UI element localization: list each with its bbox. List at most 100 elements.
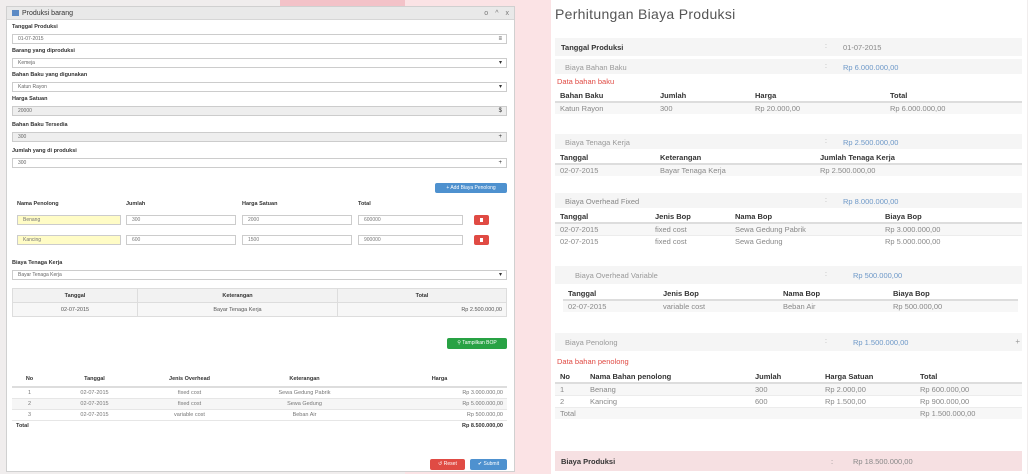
bof-cell: Rp 5.000.000,00: [880, 234, 1022, 247]
bop-cell: Sewa Gedung: [237, 397, 372, 409]
tampilkan-bop-button[interactable]: ⚲ Tampilkan BOP: [447, 338, 507, 349]
submit-button[interactable]: ✔ Submit: [470, 459, 507, 470]
tenaga-kerja-row: Biaya Tenaga Kerja : Rp 2.500.000,00: [555, 134, 1022, 149]
penolong-header-nama: Nama Penolong: [17, 201, 59, 207]
bof-cell: 02-07-2015: [555, 222, 650, 235]
tk-header-total: Total: [337, 288, 507, 303]
bop-cell: Rp 500.000,00: [372, 408, 507, 420]
reset-button[interactable]: ↺ Reset: [430, 459, 465, 470]
penolong-total-input[interactable]: 900000: [358, 235, 463, 245]
bahan-tersedia-label: Bahan Baku Tersedia: [12, 122, 68, 128]
dollar-icon: $: [498, 108, 502, 114]
tenaga-kerja-select[interactable]: Bayar Tenaga Kerja ▾: [12, 270, 507, 280]
bop-table: No Tanggal Jenis Overhead Keterangan Harga 1…: [12, 371, 507, 431]
tk-cell: 02-07-2015: [555, 163, 655, 176]
window-titlebar: Produksi barang o ^ x: [7, 7, 514, 20]
bop-empty-cell: [142, 419, 237, 431]
bop-empty-cell: [47, 419, 142, 431]
penolong-harga-input[interactable]: 2000: [242, 215, 352, 225]
bop-cell: 1: [12, 386, 47, 398]
tk-cell-keterangan: Bayar Tenaga Kerja: [137, 302, 338, 317]
penolong-nama-input[interactable]: Kancing: [17, 235, 121, 245]
plus-icon[interactable]: +: [1015, 337, 1020, 346]
colon: :: [825, 43, 827, 50]
colon: :: [831, 457, 834, 466]
tenaga-kerja-summary-table: Tanggal Keterangan Jumlah Tenaga Kerja 02-…: [555, 152, 1022, 176]
bahan-label: Bahan Baku yang digunakan: [12, 72, 88, 78]
bop-header-tanggal: Tanggal: [47, 371, 142, 388]
produksi-window: Produksi barang o ^ x Tanggal Produksi 0…: [6, 6, 515, 472]
colon: :: [825, 197, 827, 204]
minimize-button[interactable]: o: [484, 10, 488, 17]
bp-cell: Rp 900.000,00: [915, 394, 1022, 407]
bop-cell: 02-07-2015: [47, 397, 142, 409]
maximize-button[interactable]: ^: [495, 10, 498, 17]
reset-label: Reset: [443, 461, 457, 467]
bahan-select[interactable]: Katun Rayon ▾: [12, 82, 507, 92]
bof-cell: Sewa Gedung: [730, 234, 880, 247]
bov-cell: Beban Air: [778, 299, 888, 312]
overhead-variable-table: Tanggal Jenis Bop Nama Bop Biaya Bop 02-07-…: [563, 288, 1018, 312]
bahan-baku-table: Bahan Baku Jumlah Harga Total Katun Rayon 30…: [555, 90, 1022, 114]
jumlah-value: 300: [18, 160, 27, 166]
data-bahan-penolong-heading: Data bahan penolong: [557, 357, 629, 366]
barang-select[interactable]: Kemeja ▾: [12, 58, 507, 68]
calendar-icon[interactable]: ≡: [498, 35, 502, 43]
penolong-nama-input[interactable]: Benang: [17, 215, 121, 225]
bp-header: Total: [915, 371, 1022, 384]
bof-cell: Rp 3.000.000,00: [880, 222, 1022, 235]
bop-header-jenis: Jenis Overhead: [142, 371, 237, 388]
close-button[interactable]: x: [506, 10, 510, 17]
bof-header: Tanggal: [555, 211, 650, 224]
window-title: Produksi barang: [22, 9, 73, 17]
penolong-jumlah-input[interactable]: 600: [126, 235, 236, 245]
penolong-row: Biaya Penolong : Rp 1.500.000,00 +: [555, 333, 1022, 351]
colon: :: [825, 138, 827, 145]
bahan-tersedia-input[interactable]: 300 +: [12, 132, 507, 142]
bb-cell: 300: [655, 101, 750, 114]
bp-cell: 300: [750, 382, 820, 395]
colon: :: [825, 63, 827, 70]
penolong-total-input[interactable]: 600000: [358, 215, 463, 225]
bahan-baku-row: Biaya Bahan Baku : Rp 6.000.000,00: [555, 59, 1022, 74]
tanggal-input[interactable]: 01-07-2015 ≡: [12, 34, 507, 44]
bop-cell: 02-07-2015: [47, 386, 142, 398]
biaya-produksi-label: Biaya Produksi: [561, 457, 616, 466]
bb-header: Jumlah: [655, 90, 750, 103]
bp-cell: Rp 600.000,00: [915, 382, 1022, 395]
tampilkan-bop-label: Tampilkan BOP: [462, 340, 497, 346]
plus-icon[interactable]: +: [498, 159, 502, 167]
delete-row-button[interactable]: [474, 235, 489, 245]
bov-header: Nama Bop: [778, 288, 888, 301]
tk-header: Tanggal: [555, 152, 655, 165]
bp-cell: Kancing: [585, 394, 750, 407]
add-biaya-penolong-button[interactable]: + Add Biaya Penolong: [435, 183, 507, 193]
plus-icon[interactable]: +: [498, 133, 502, 141]
colon: :: [825, 271, 827, 278]
biaya-bahan-baku-value: Rp 6.000.000,00: [843, 63, 899, 72]
harga-input[interactable]: 20000 $: [12, 106, 507, 116]
bof-header: Nama Bop: [730, 211, 880, 224]
bop-cell: fixed cost: [142, 386, 237, 398]
tk-header-tanggal: Tanggal: [12, 288, 138, 303]
bop-total-label: Total: [12, 419, 47, 431]
bahan-tersedia-value: 300: [18, 134, 27, 140]
jumlah-input[interactable]: 300 +: [12, 158, 507, 168]
bof-header: Jenis Bop: [650, 211, 730, 224]
tenaga-kerja-value: Bayar Tenaga Kerja: [18, 272, 62, 278]
bop-header-no: No: [12, 371, 47, 388]
table-row: 2 02-07-2015 fixed cost Sewa Gedung Rp 5.000…: [12, 397, 507, 409]
penolong-jumlah-input[interactable]: 300: [126, 215, 236, 225]
bb-header: Bahan Baku: [555, 90, 655, 103]
bahan-penolong-table: No Nama Bahan penolong Jumlah Harga Satuan T…: [555, 371, 1022, 419]
biaya-tenaga-kerja-label: Biaya Tenaga Kerja: [565, 138, 630, 147]
bov-cell: variable cost: [658, 299, 778, 312]
bb-header: Total: [885, 90, 1022, 103]
tanggal-produksi-label: Tanggal Produksi: [561, 43, 624, 52]
biaya-overhead-fixed-value: Rp 8.000.000,00: [843, 197, 899, 206]
biaya-overhead-variable-value: Rp 500.000,00: [853, 271, 903, 280]
biaya-bahan-baku-label: Biaya Bahan Baku: [565, 63, 627, 72]
delete-row-button[interactable]: [474, 215, 489, 225]
penolong-harga-input[interactable]: 1500: [242, 235, 352, 245]
chevron-down-icon: ▾: [498, 84, 502, 90]
